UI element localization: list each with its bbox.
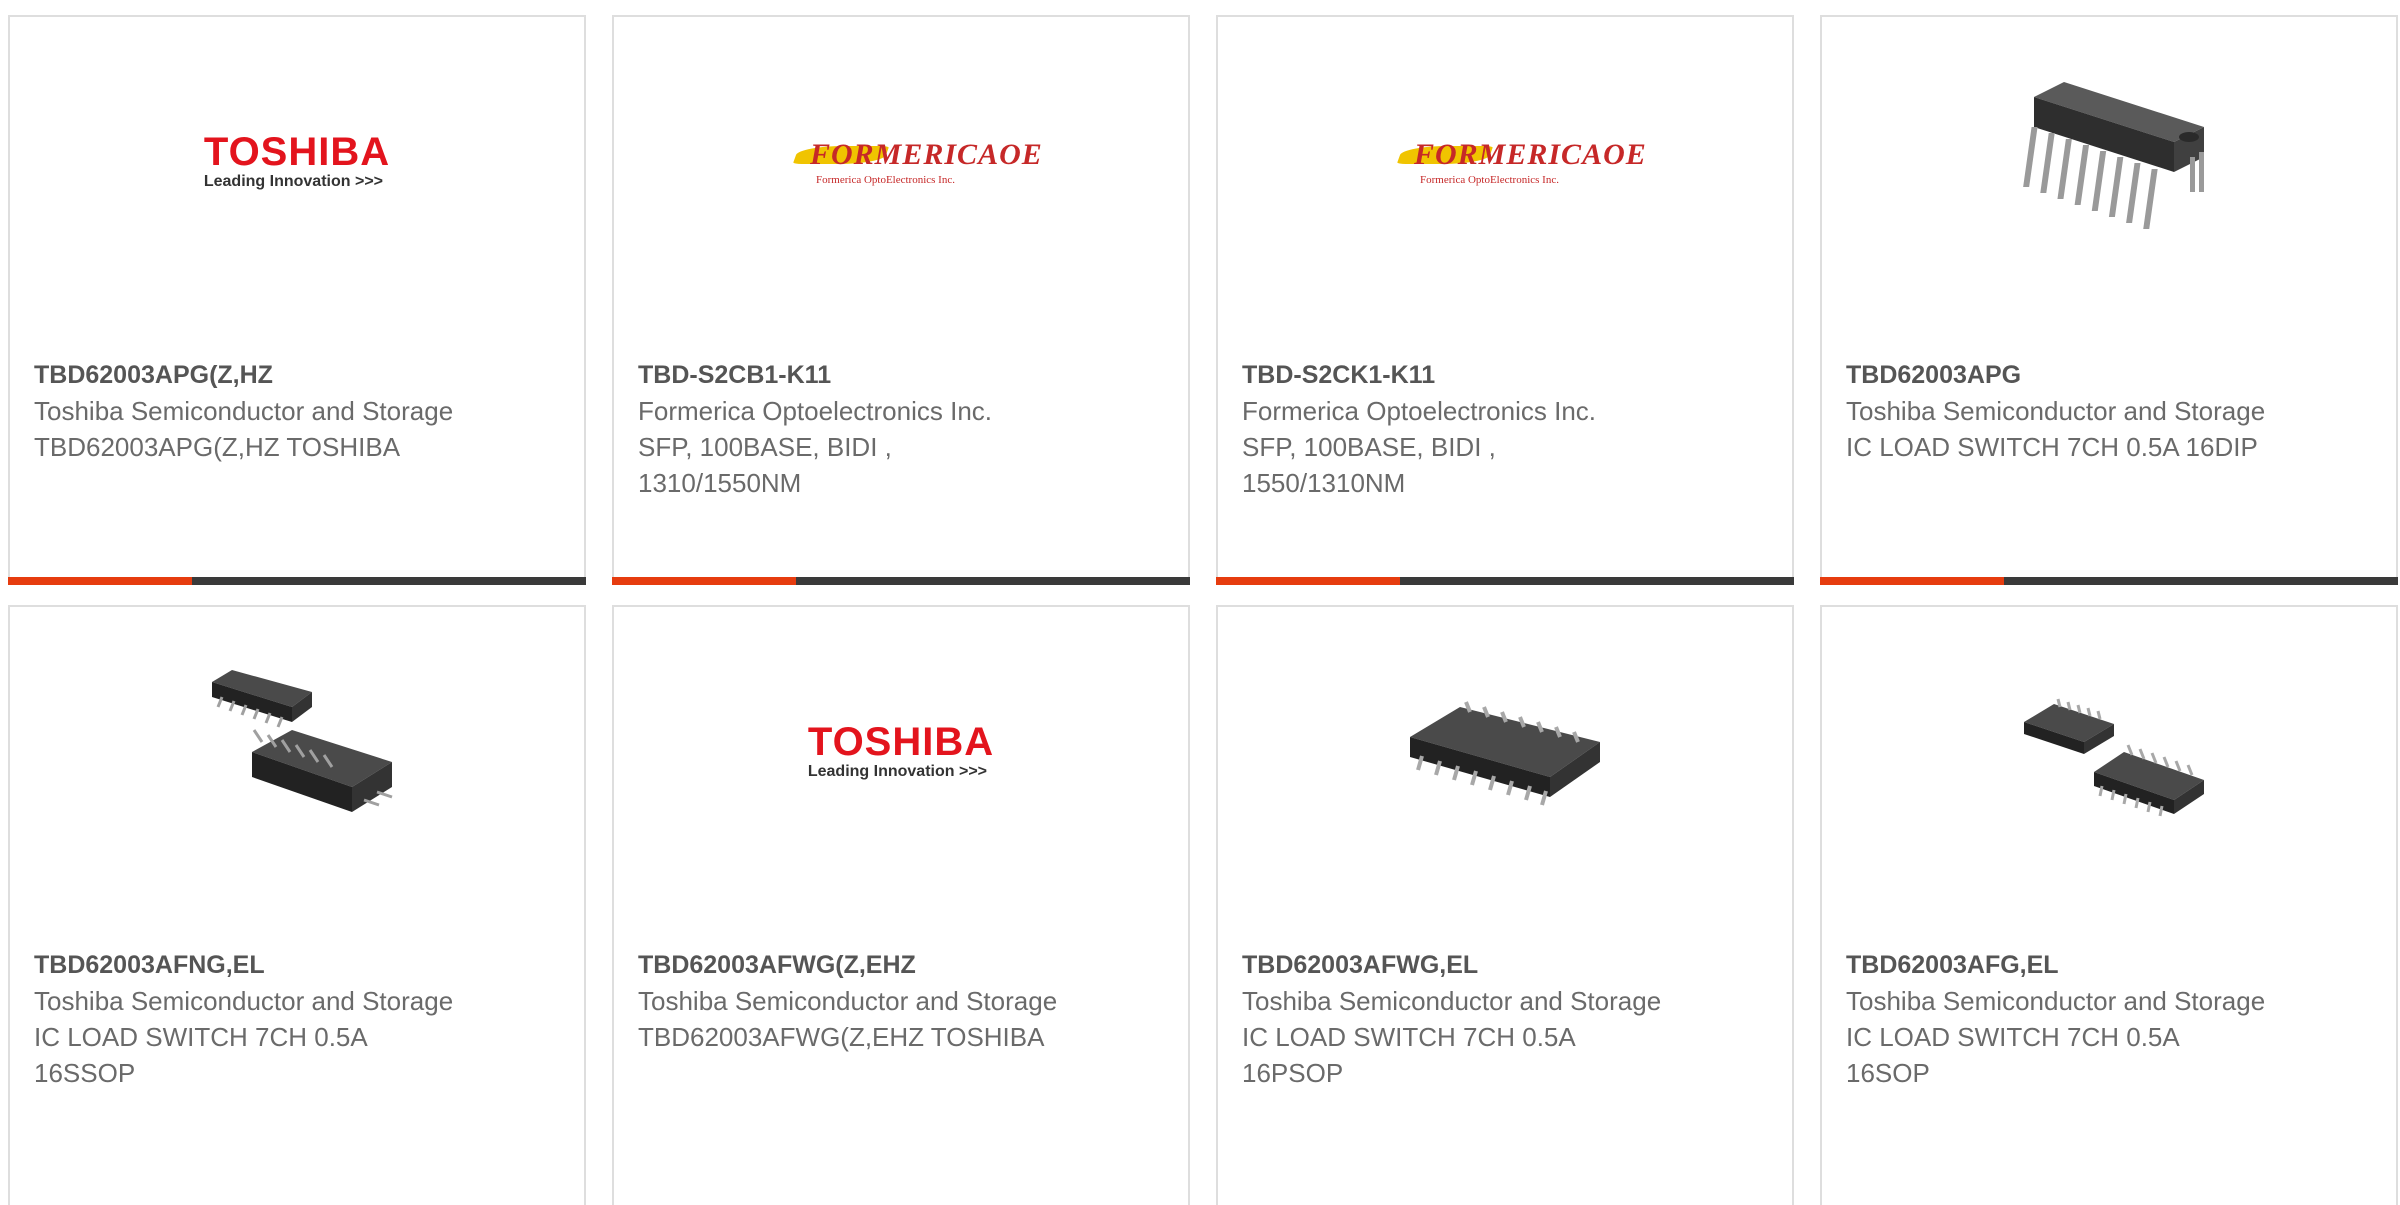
product-image[interactable]: TOSHIBA Leading Innovation >>> [192,57,402,267]
product-info: TBD-S2CB1-K11 Formerica Optoelectronics … [638,357,1058,501]
part-number-link[interactable]: TBD-S2CB1-K11 [638,357,1058,393]
manufacturer-name: Formerica Optoelectronics Inc. [638,396,993,426]
dip-chip-icon [2023,82,2204,229]
logo-wordmark: TOSHIBA [203,130,391,174]
card-accent-bar [8,577,586,585]
product-card[interactable]: FORMERICAOE Formerica OptoElectronics In… [612,15,1190,585]
product-description: SFP, 100BASE, BIDI , 1310/1550NM [638,432,892,498]
product-description: TBD62003APG(Z,HZ TOSHIBA [34,432,401,462]
psop-chip-icon [1410,701,1600,806]
product-description: TBD62003AFWG(Z,EHZ TOSHIBA [638,1022,1045,1052]
part-number-link[interactable]: TBD62003APG(Z,HZ [34,357,454,393]
part-number-link[interactable]: TBD62003AFNG,EL [34,947,454,983]
product-image[interactable]: FORMERICAOE Formerica OptoElectronics In… [1396,57,1646,267]
manufacturer-name: Toshiba Semiconductor and Storage [1846,986,2266,1016]
product-image[interactable]: TOSHIBA Leading Innovation >>> [796,647,1006,857]
product-image[interactable] [1400,647,1610,857]
manufacturer-name: Toshiba Semiconductor and Storage [34,986,454,1016]
logo-tagline: Leading Innovation >>> [807,763,987,780]
product-image[interactable]: FORMERICAOE Formerica OptoElectronics In… [792,57,1042,267]
part-number-link[interactable]: TBD62003AFWG(Z,EHZ [638,947,1058,983]
part-number-link[interactable]: TBD62003AFG,EL [1846,947,2266,983]
part-number-link[interactable]: TBD62003APG [1846,357,2266,393]
sop-chip-icon [2024,698,2204,817]
manufacturer-name: Toshiba Semiconductor and Storage [1846,396,2266,426]
product-info: TBD62003AFWG(Z,EHZ Toshiba Semiconductor… [638,947,1058,1055]
product-description: IC LOAD SWITCH 7CH 0.5A 16DIP [1846,432,2258,462]
product-card[interactable]: FORMERICAOE Formerica OptoElectronics In… [1216,15,1794,585]
product-image[interactable] [192,647,402,857]
product-card[interactable]: TBD62003AFNG,EL Toshiba Semiconductor an… [8,605,586,1205]
product-card[interactable]: TOSHIBA Leading Innovation >>> TBD62003A… [8,15,586,585]
product-image[interactable] [2004,647,2214,857]
product-card[interactable]: TBD62003AFG,EL Toshiba Semiconductor and… [1820,605,2398,1205]
manufacturer-name: Formerica Optoelectronics Inc. [1242,396,1597,426]
product-info: TBD62003AFG,EL Toshiba Semiconductor and… [1846,947,2266,1091]
logo-subtitle: Formerica OptoElectronics Inc. [1420,174,1559,186]
logo-wordmark: TOSHIBA [807,720,995,764]
product-card[interactable]: TBD62003AFWG,EL Toshiba Semiconductor an… [1216,605,1794,1205]
logo-wordmark: FORMERICAOE [1414,138,1647,171]
toshiba-logo: TOSHIBA Leading Innovation >>> [204,132,390,192]
product-card[interactable]: TBD62003APG Toshiba Semiconductor and St… [1820,15,2398,585]
product-description: IC LOAD SWITCH 7CH 0.5A 16PSOP [1242,1022,1575,1088]
toshiba-logo: TOSHIBA Leading Innovation >>> [808,722,994,782]
part-number-link[interactable]: TBD-S2CK1-K11 [1242,357,1662,393]
logo-subtitle: Formerica OptoElectronics Inc. [816,174,955,186]
product-description: SFP, 100BASE, BIDI , 1550/1310NM [1242,432,1496,498]
product-description: IC LOAD SWITCH 7CH 0.5A 16SSOP [34,1022,367,1088]
ssop-chip-icon [212,670,393,812]
manufacturer-name: Toshiba Semiconductor and Storage [638,986,1058,1016]
product-info: TBD62003AFWG,EL Toshiba Semiconductor an… [1242,947,1662,1091]
product-description: IC LOAD SWITCH 7CH 0.5A 16SOP [1846,1022,2179,1088]
manufacturer-name: Toshiba Semiconductor and Storage [1242,986,1662,1016]
card-accent-bar [612,577,1190,585]
product-info: TBD62003APG(Z,HZ Toshiba Semiconductor a… [34,357,454,465]
product-card[interactable]: TOSHIBA Leading Innovation >>> TBD62003A… [612,605,1190,1205]
card-accent-bar [1216,577,1794,585]
manufacturer-name: Toshiba Semiconductor and Storage [34,396,454,426]
product-info: TBD-S2CK1-K11 Formerica Optoelectronics … [1242,357,1662,501]
product-grid: TOSHIBA Leading Innovation >>> TBD62003A… [0,0,2400,1205]
formerica-logo: FORMERICAOE Formerica OptoElectronics In… [1396,132,1646,192]
logo-wordmark: FORMERICAOE [810,138,1043,171]
logo-tagline: Leading Innovation >>> [203,173,383,190]
formerica-logo: FORMERICAOE Formerica OptoElectronics In… [792,132,1042,192]
card-accent-bar [1820,577,2398,585]
product-image[interactable] [2004,57,2214,267]
product-info: TBD62003AFNG,EL Toshiba Semiconductor an… [34,947,454,1091]
product-info: TBD62003APG Toshiba Semiconductor and St… [1846,357,2266,465]
part-number-link[interactable]: TBD62003AFWG,EL [1242,947,1662,983]
